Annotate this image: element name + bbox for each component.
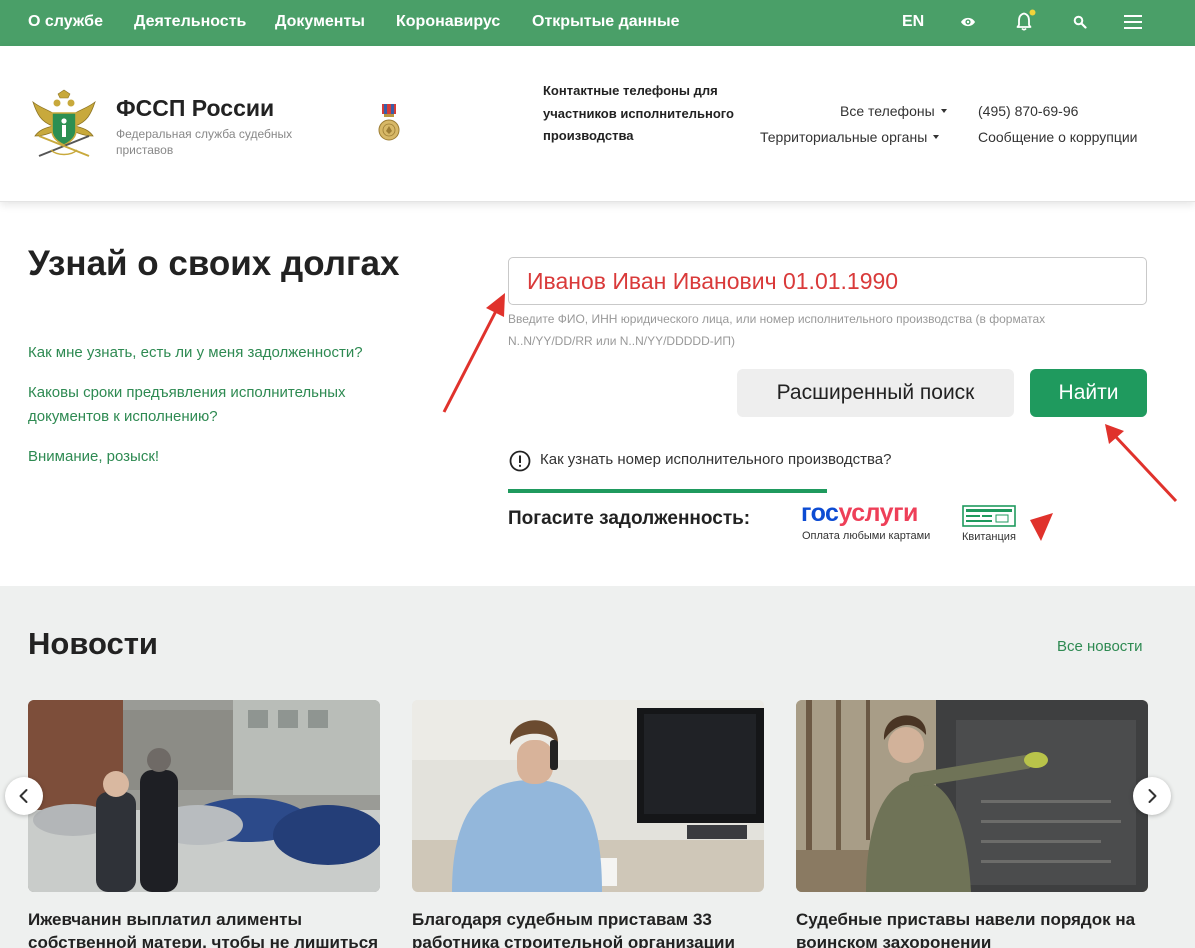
search-hint: Введите ФИО, ИНН юридического лица, или … [508,312,1046,348]
all-phones-dropdown[interactable]: Все телефоны [840,103,947,119]
site-header: ФССП России Федеральная служба судебных … [0,46,1195,202]
chevron-left-icon [19,789,28,803]
carousel-prev-button[interactable] [5,777,43,815]
medal-icon [377,104,401,149]
section-divider [508,489,827,493]
debt-search-input[interactable] [508,257,1147,305]
news-headline[interactable]: Благодаря судебным приставам 33 работник… [412,908,764,948]
news-photo[interactable] [412,700,764,892]
news-headline[interactable]: Ижевчанин выплатил алименты собственной … [28,908,380,948]
all-phones-label: Все телефоны [840,103,935,119]
search-icon[interactable] [1073,15,1087,34]
news-card[interactable]: Судебные приставы навели порядок на воин… [796,700,1148,948]
arrow-to-find-button [1105,424,1178,503]
gosuslugi-logo-part2: услуги [838,499,918,527]
faq-link-deadlines[interactable]: Каковы сроки предъявления исполнительных… [28,381,398,429]
carousel-next-button[interactable] [1133,777,1171,815]
news-card[interactable]: Ижевчанин выплатил алименты собственной … [28,700,380,948]
corruption-report-link[interactable]: Сообщение о коррупции [978,129,1137,145]
menu-icon[interactable] [1124,14,1142,35]
receipt-caption: Квитанция [962,531,1016,543]
fssp-emblem-icon[interactable] [31,88,97,165]
nav-item-documents[interactable]: Документы [275,13,365,31]
all-news-link[interactable]: Все новости [1057,638,1143,655]
territorial-dropdown[interactable]: Территориальные органы [760,129,940,145]
language-switch[interactable]: EN [902,13,924,31]
brand-title[interactable]: ФССП России [116,95,274,122]
faq-link-wanted[interactable]: Внимание, розыск! [28,445,159,469]
search-heading: Узнай о своих долгах [28,244,400,283]
news-section: Новости Все новости Ижевчанин выплатил а [0,586,1195,948]
arrow-to-search-input [442,293,505,413]
gosuslugi-logo-part1: гос [801,499,839,527]
eye-icon[interactable] [960,15,976,34]
news-photo[interactable] [28,700,380,892]
how-to-know-number-link[interactable]: Как узнать номер исполнительного произво… [540,451,891,468]
top-navigation-bar: О службе Деятельность Документы Коронави… [0,0,1195,46]
advanced-search-button[interactable]: Расширенный поиск [737,369,1014,417]
find-button[interactable]: Найти [1030,369,1147,417]
receipt-icon[interactable] [962,505,1016,532]
contacts-title: Контактные телефоны для участников испол… [543,83,734,143]
nav-item-activity[interactable]: Деятельность [134,13,246,31]
arrow-to-receipt [1030,513,1053,541]
news-title: Новости [28,626,158,661]
chevron-down-icon [940,109,947,113]
phone-number[interactable]: (495) 870-69-96 [978,103,1078,119]
gosuslugi-logo[interactable]: госуслуги [801,499,918,528]
chevron-right-icon [1148,789,1157,803]
pay-debt-title: Погасите задолженность: [508,508,751,529]
news-photo[interactable] [796,700,1148,892]
territorial-label: Территориальные органы [760,129,928,145]
chevron-down-icon [933,135,940,139]
bell-icon[interactable] [1014,9,1038,38]
nav-item-coronavirus[interactable]: Коронавирус [396,13,500,31]
brand-subtitle: Федеральная служба судебных приставов [116,127,293,157]
news-card[interactable]: Благодаря судебным приставам 33 работник… [412,700,764,948]
nav-item-about[interactable]: О службе [28,13,103,31]
faq-link-debts[interactable]: Как мне узнать, есть ли у меня задолженн… [28,341,363,365]
news-headline[interactable]: Судебные приставы навели порядок на воин… [796,908,1148,948]
nav-item-open-data[interactable]: Открытые данные [532,13,680,31]
gosuslugi-caption: Оплата любыми картами [802,530,931,542]
info-icon [509,450,531,477]
